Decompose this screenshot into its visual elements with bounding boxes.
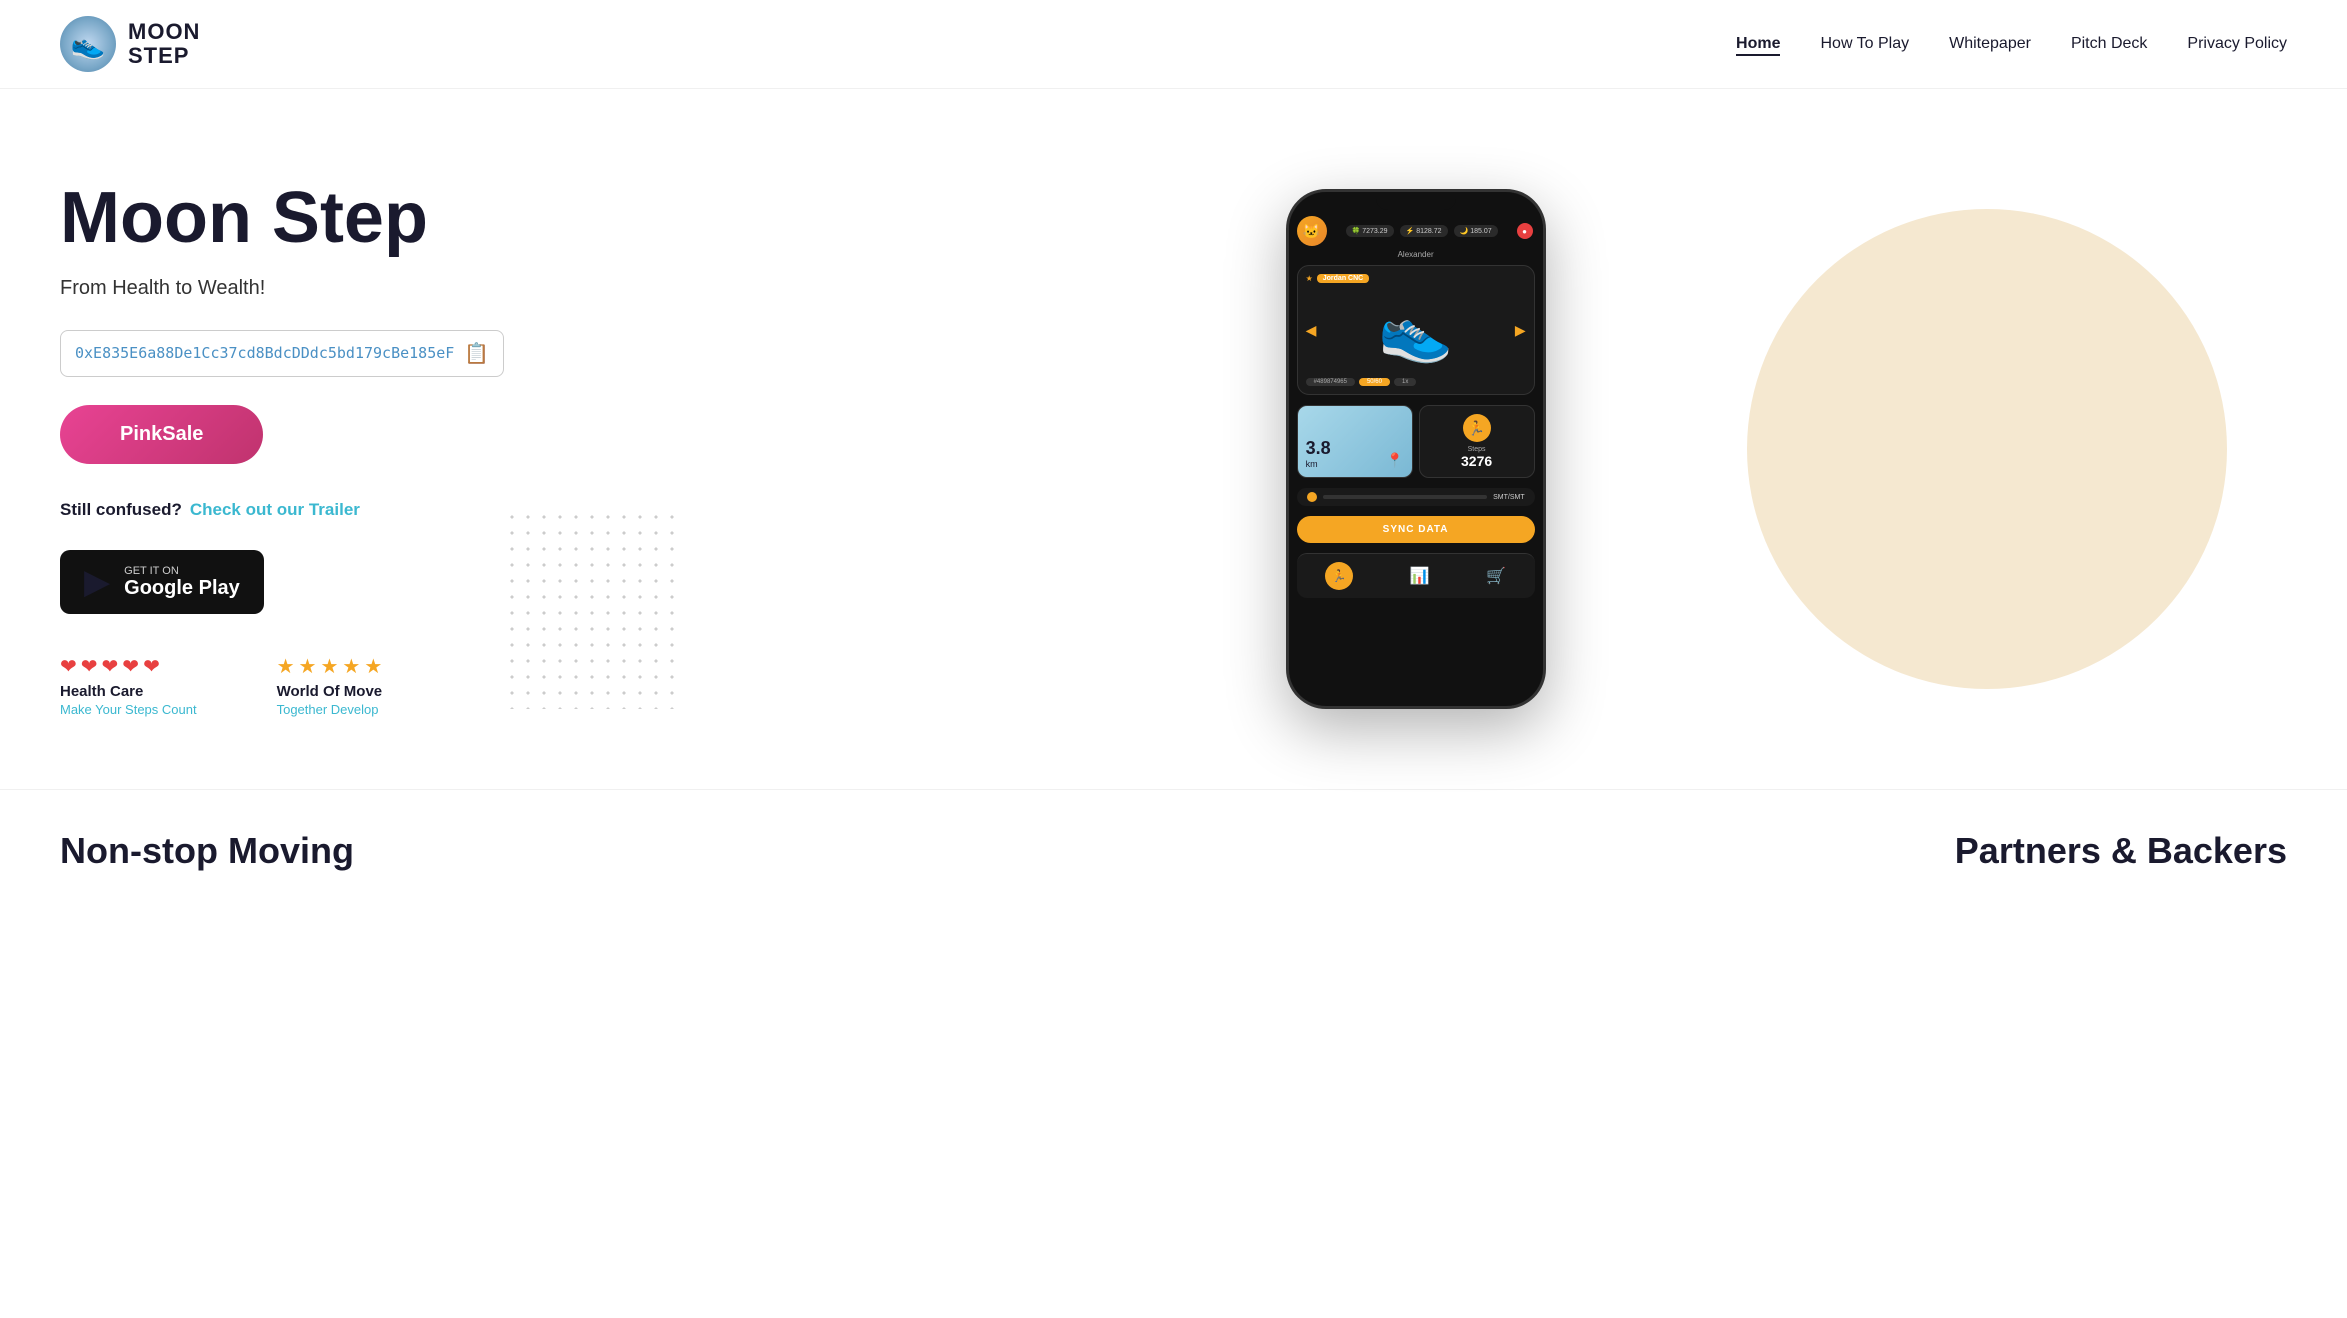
review-subtitle-0: Make Your Steps Count — [60, 702, 197, 717]
smt-progress-bar — [1323, 495, 1488, 499]
phone-stats: 🍀 7273.29 ⚡ 8128.72 🌙 185.07 — [1346, 225, 1498, 237]
contract-box: 0xE835E6a88De1Cc37cd8BdcDDdc5bd179cBe185… — [60, 330, 504, 377]
review-title-0: Health Care — [60, 683, 197, 700]
prev-shoe-arrow[interactable]: ◀ — [1306, 322, 1317, 339]
sync-button[interactable]: SYNC DATA — [1297, 516, 1535, 543]
phone-mockup: 🐱 🍀 7273.29 ⚡ 8128.72 🌙 185.07 ● Alexand… — [1286, 189, 1546, 709]
steps-card: 🏃 Steps 3276 — [1419, 405, 1535, 478]
stat-chip-1: 🍀 7273.29 — [1346, 225, 1394, 237]
stat-chip-2: ⚡ 8128.72 — [1400, 225, 1448, 237]
shoe-bar-level: 50/60 — [1359, 378, 1390, 386]
partners-section: Partners & Backers — [1955, 830, 2287, 872]
smt-row: SMT/SMT — [1297, 488, 1535, 506]
phone-settings-icon[interactable]: ● — [1517, 223, 1533, 239]
confused-row: Still confused? Check out our Trailer — [60, 500, 504, 520]
phone-bottom-nav: 🏃 📊 🛒 — [1297, 553, 1535, 598]
phone-avatar: 🐱 — [1297, 216, 1327, 246]
phone-notch — [1376, 192, 1456, 210]
star-icon: ★ — [1306, 274, 1313, 283]
star-y-2: ★ — [299, 654, 317, 679]
steps-count: 3276 — [1428, 453, 1526, 469]
shoe-image: 👟 — [1378, 295, 1453, 366]
copy-icon[interactable]: 📋 — [464, 341, 489, 366]
shoe-display: ◀ 👟 ▶ — [1306, 287, 1526, 374]
star-4: ❤ — [122, 654, 139, 679]
star-y-3: ★ — [320, 654, 338, 679]
smt-dot — [1307, 492, 1317, 502]
bottom-nav-run[interactable]: 🏃 — [1325, 562, 1353, 590]
star-y-4: ★ — [342, 654, 360, 679]
distance-value: 3.8 — [1306, 438, 1331, 459]
phone-topbar: 🐱 🍀 7273.29 ⚡ 8128.72 🌙 185.07 ● — [1289, 212, 1543, 250]
google-play-button[interactable]: ▶ GET IT ON Google Play — [60, 550, 264, 614]
step-icon: 🏃 — [1463, 414, 1491, 442]
logo-text: MOON STEP — [128, 20, 200, 68]
google-play-text: GET IT ON Google Play — [124, 565, 240, 599]
nav-item-privacy[interactable]: Privacy Policy — [2187, 35, 2287, 53]
google-play-icon: ▶ — [84, 562, 110, 602]
non-stop-moving-section: Non-stop Moving — [60, 830, 354, 872]
star-3: ❤ — [102, 654, 119, 679]
phone-frame: 🐱 🍀 7273.29 ⚡ 8128.72 🌙 185.07 ● Alexand… — [1286, 189, 1546, 709]
nav-item-whitepaper[interactable]: Whitepaper — [1949, 35, 2031, 53]
stats-cards-row: 3.8 km 📍 🏃 Steps 3276 — [1297, 405, 1535, 478]
hero-right: 🐱 🍀 7273.29 ⚡ 8128.72 🌙 185.07 ● Alexand… — [504, 189, 2287, 709]
non-stop-moving-title: Non-stop Moving — [60, 830, 354, 872]
star-5: ❤ — [143, 654, 160, 679]
map-card: 3.8 km 📍 — [1297, 405, 1413, 478]
logo[interactable]: 👟 MOON STEP — [60, 16, 200, 72]
partners-title: Partners & Backers — [1955, 830, 2287, 872]
hero-title: Moon Step — [60, 181, 504, 257]
bg-circle-decoration — [1747, 209, 2227, 689]
hero-left: Moon Step From Health to Wealth! 0xE835E… — [60, 181, 504, 717]
shoe-bar-tier: 1x — [1394, 378, 1416, 386]
smt-label: SMT/SMT — [1493, 494, 1525, 501]
map-pin-icon: 📍 — [1386, 452, 1403, 469]
review-stars-1: ★ ★ ★ ★ ★ — [277, 654, 383, 679]
shoe-bars: #489874965 50/60 1x — [1306, 378, 1526, 386]
distance-unit: km — [1306, 459, 1318, 469]
logo-icon: 👟 — [60, 16, 116, 72]
phone-screen: 🐱 🍀 7273.29 ⚡ 8128.72 🌙 185.07 ● Alexand… — [1289, 192, 1543, 706]
shoe-card-header: ★ Jordan CNC — [1306, 274, 1526, 283]
confused-text: Still confused? — [60, 500, 182, 520]
nav-links: Home How To Play Whitepaper Pitch Deck P… — [1736, 35, 2287, 53]
steps-label: Steps — [1428, 446, 1526, 453]
shoe-name-badge: Jordan CNC — [1317, 274, 1369, 283]
phone-username: Alexander — [1289, 250, 1543, 259]
review-stars-0: ❤ ❤ ❤ ❤ ❤ — [60, 654, 197, 679]
next-shoe-arrow[interactable]: ▶ — [1515, 322, 1526, 339]
hero-section: Moon Step From Health to Wealth! 0xE835E… — [0, 89, 2347, 789]
review-item-1: ★ ★ ★ ★ ★ World Of Move Together Develop — [277, 654, 383, 717]
star-2: ❤ — [81, 654, 98, 679]
star-y-5: ★ — [364, 654, 382, 679]
bottom-nav-chart[interactable]: 📊 — [1410, 566, 1430, 586]
shoe-card: ★ Jordan CNC ◀ 👟 ▶ #489874965 50/60 1x — [1297, 265, 1535, 395]
contract-address: 0xE835E6a88De1Cc37cd8BdcDDdc5bd179cBe185… — [75, 344, 454, 362]
reviews-row: ❤ ❤ ❤ ❤ ❤ Health Care Make Your Steps Co… — [60, 654, 504, 717]
nav-item-home[interactable]: Home — [1736, 35, 1780, 53]
hero-subtitle: From Health to Wealth! — [60, 277, 504, 300]
bottom-sections: Non-stop Moving Partners & Backers — [0, 789, 2347, 912]
bottom-nav-shop[interactable]: 🛒 — [1486, 566, 1506, 586]
dot-grid-decoration — [504, 509, 684, 709]
review-subtitle-1: Together Develop — [277, 702, 383, 717]
nav-item-howtoplay[interactable]: How To Play — [1820, 35, 1909, 53]
star-1: ❤ — [60, 654, 77, 679]
stat-chip-3: 🌙 185.07 — [1454, 225, 1498, 237]
review-item-0: ❤ ❤ ❤ ❤ ❤ Health Care Make Your Steps Co… — [60, 654, 197, 717]
review-title-1: World Of Move — [277, 683, 383, 700]
pinksale-button[interactable]: PinkSale — [60, 405, 263, 464]
nav-item-pitchdeck[interactable]: Pitch Deck — [2071, 35, 2147, 53]
shoe-bar-id: #489874965 — [1306, 378, 1355, 386]
trailer-link[interactable]: Check out our Trailer — [190, 500, 360, 520]
star-y-1: ★ — [277, 654, 295, 679]
navbar: 👟 MOON STEP Home How To Play Whitepaper … — [0, 0, 2347, 89]
